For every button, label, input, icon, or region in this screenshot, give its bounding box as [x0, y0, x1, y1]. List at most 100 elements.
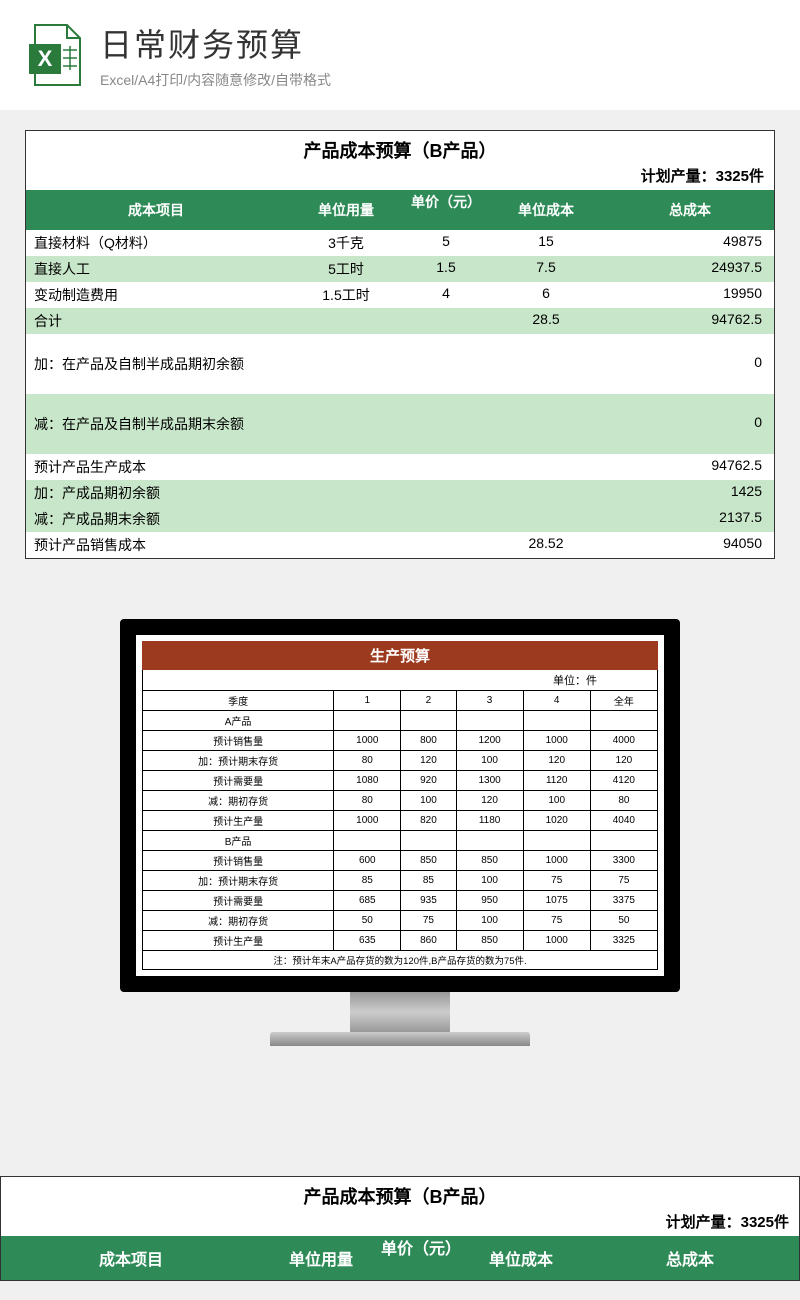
table-row: 预计需要量1080920130011204120	[143, 771, 658, 791]
cell: 850	[456, 851, 523, 871]
cell	[334, 831, 401, 851]
cell: 全年	[590, 691, 657, 711]
cell: 75	[523, 911, 590, 931]
cell: 预计需要量	[143, 891, 334, 911]
cell: 4000	[590, 731, 657, 751]
cell: 4	[523, 691, 590, 711]
cell: 94762.5	[606, 454, 774, 480]
cell	[401, 711, 456, 731]
table-header-row-repeat: 成本项目 单位用量 单价（元） 单位成本 总成本	[1, 1236, 799, 1280]
cell: 100	[456, 871, 523, 891]
cell: 1300	[456, 771, 523, 791]
excel-icon: X	[25, 20, 85, 90]
cell	[286, 344, 406, 384]
cell: 15	[486, 230, 606, 256]
cell: 1180	[456, 811, 523, 831]
table-row: 直接人工5工时1.57.524937.5	[26, 256, 774, 282]
svg-text:X: X	[38, 46, 53, 71]
header-unit-price: 单价（元）	[406, 190, 486, 230]
cell: 120	[401, 751, 456, 771]
cell: 预计生产量	[143, 811, 334, 831]
table-row: 减：期初存货8010012010080	[143, 791, 658, 811]
monitor-screen: 生产预算 单位：件 季度1234全年A产品预计销售量10008001200100…	[120, 619, 680, 992]
cell: 0	[606, 404, 774, 444]
plan-output-repeat: 计划产量：3325件	[1, 1211, 799, 1236]
cell	[486, 480, 606, 506]
cell: 4040	[590, 811, 657, 831]
page-title: 日常财务预算	[100, 20, 331, 66]
cell: 80	[334, 751, 401, 771]
cell: 加：预计期末存货	[143, 871, 334, 891]
table-row: 合计28.594762.5	[26, 308, 774, 334]
monitor-stand-neck	[350, 992, 450, 1032]
cell	[486, 454, 606, 480]
cell: 1120	[523, 771, 590, 791]
cell: 2137.5	[606, 506, 774, 532]
cell	[401, 831, 456, 851]
cell: 直接人工	[26, 256, 286, 282]
cell	[590, 831, 657, 851]
cell: 920	[401, 771, 456, 791]
cell: 1000	[334, 731, 401, 751]
table-row: 预计生产量63586085010003325	[143, 931, 658, 951]
table-row: 变动制造费用1.5工时4619950	[26, 282, 774, 308]
page-subtitle: Excel/A4打印/内容随意修改/自带格式	[100, 70, 331, 90]
header-total-cost: 总成本	[606, 190, 774, 230]
cell: 85	[401, 871, 456, 891]
cell: 685	[334, 891, 401, 911]
cell: 1075	[523, 891, 590, 911]
cell	[590, 711, 657, 731]
cell: 6	[486, 282, 606, 308]
header-unit-cost: 单位成本	[486, 190, 606, 230]
cell: 减：产成品期末余额	[26, 506, 286, 532]
cell: 100	[456, 751, 523, 771]
table-row: 季度1234全年	[143, 691, 658, 711]
cell	[486, 506, 606, 532]
cell: 1200	[456, 731, 523, 751]
cell	[286, 480, 406, 506]
cell: 3375	[590, 891, 657, 911]
cell: 预计产品销售成本	[26, 532, 286, 558]
table-title-repeat: 产品成本预算（B产品）	[1, 1177, 799, 1211]
cell: 1080	[334, 771, 401, 791]
table-row: 预计销售量1000800120010004000	[143, 731, 658, 751]
cell: B产品	[143, 831, 334, 851]
cell: 850	[401, 851, 456, 871]
table-row: 减：期初存货50751007550	[143, 911, 658, 931]
cell: 120	[523, 751, 590, 771]
cell: 3千克	[286, 230, 406, 256]
header-unit-usage: 单位用量	[286, 190, 406, 230]
cell: 合计	[26, 308, 286, 334]
cell: 1425	[606, 480, 774, 506]
cell: 3	[456, 691, 523, 711]
cell	[406, 532, 486, 558]
cell: 100	[456, 911, 523, 931]
plan-output: 计划产量：3325件	[26, 165, 774, 190]
cell: 2	[401, 691, 456, 711]
cell: A产品	[143, 711, 334, 731]
page-header: X 日常财务预算 Excel/A4打印/内容随意修改/自带格式	[0, 0, 800, 110]
cell: 加：在产品及自制半成品期初余额	[26, 344, 286, 384]
cell: 635	[334, 931, 401, 951]
production-budget-table: 季度1234全年A产品预计销售量1000800120010004000加：预计期…	[142, 690, 658, 970]
cell: 1000	[523, 731, 590, 751]
table-row: B产品	[143, 831, 658, 851]
cell	[406, 480, 486, 506]
cell	[523, 831, 590, 851]
table-row: A产品	[143, 711, 658, 731]
cell: 1.5工时	[286, 282, 406, 308]
cell: 860	[401, 931, 456, 951]
cell	[286, 532, 406, 558]
table-note: 注：预计年末A产品存货的数为120件,B产品存货的数为75件.	[143, 951, 658, 970]
cell	[486, 344, 606, 384]
cell: 加：预计期末存货	[143, 751, 334, 771]
header-cost-item: 成本项目	[26, 190, 286, 230]
cell	[523, 711, 590, 731]
cell	[486, 404, 606, 444]
cell: 80	[334, 791, 401, 811]
cell: 季度	[143, 691, 334, 711]
table-title: 产品成本预算（B产品）	[26, 131, 774, 165]
table-row: 预计生产量1000820118010204040	[143, 811, 658, 831]
cell: 820	[401, 811, 456, 831]
cell	[406, 506, 486, 532]
